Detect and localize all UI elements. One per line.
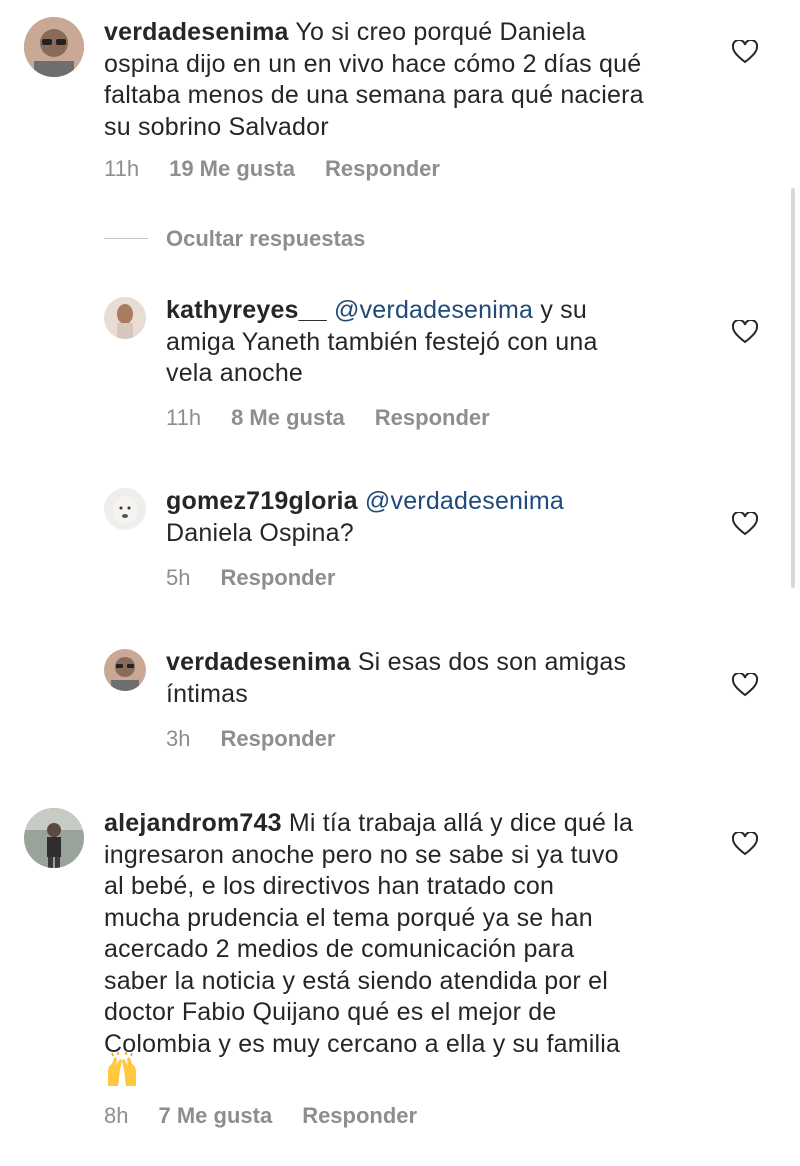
comment-text-line: y su (540, 296, 587, 324)
comment-text-line: Colombia y es muy cercano a ella y su fa… (104, 1029, 621, 1058)
comment-text-line: saber la noticia y está siendo atendida … (104, 966, 608, 995)
heart-icon[interactable] (732, 832, 758, 856)
mention-link[interactable]: @verdadesenima (334, 296, 533, 324)
reply-button[interactable]: Responder (375, 405, 490, 430)
comment-time: 8h (104, 1103, 129, 1128)
comment-username[interactable]: gomez719gloria (166, 487, 358, 515)
comment-meta: 3h Responder (166, 726, 365, 752)
comment-text-line: al bebé, e los directivos han tratado co… (104, 872, 555, 900)
comment-text-line: su sobrino Salvador (104, 112, 329, 141)
comment-text-line: íntimas (166, 679, 248, 708)
comment-text-line: Si esas dos son amigas (357, 648, 627, 676)
comment-text-line: Yo si creo porqué Daniela (295, 18, 586, 46)
heart-icon[interactable] (732, 512, 758, 536)
scrollbar[interactable] (791, 188, 795, 588)
reply-button[interactable]: Responder (220, 726, 335, 751)
comment-username[interactable]: verdadesenima (166, 648, 351, 676)
comment-text-line: ingresaron anoche pero no se sabe si ya … (104, 840, 619, 869)
comment-text-line: ospina dijo en un en vivo hace cómo 2 dí… (104, 49, 642, 78)
comment-text-line: Mi tía trabaja allá y dice qué la (288, 809, 634, 837)
avatar[interactable] (104, 488, 146, 530)
comment-text-line: Daniela Ospina? (166, 518, 354, 547)
comment-time: 5h (166, 565, 191, 590)
comment-meta: 11h 19 Me gusta Responder (104, 156, 470, 182)
comment-meta: 5h Responder (166, 565, 365, 591)
comment-username[interactable]: alejandrom743 (104, 809, 282, 837)
comment-text-line: amiga Yaneth también festejó con una (166, 327, 598, 356)
comment-text-line: vela anoche (166, 359, 304, 387)
comment-meta: 8h 7 Me gusta Responder (104, 1103, 447, 1129)
like-count[interactable]: 19 Me gusta (169, 156, 295, 181)
heart-icon[interactable] (732, 320, 758, 344)
comment-username[interactable]: kathyreyes__ (166, 296, 327, 324)
comment-text-line: acercado 2 medios de comunicación para (104, 935, 575, 963)
comment-time: 11h (104, 156, 140, 181)
comment-username[interactable]: verdadesenima (104, 18, 289, 46)
hide-replies-line (104, 238, 148, 239)
comment-text-line: faltaba menos de una semana para qué nac… (104, 81, 644, 109)
like-count[interactable]: 8 Me gusta (231, 405, 345, 430)
reply-button[interactable]: Responder (220, 565, 335, 590)
comment-time: 3h (166, 726, 191, 751)
hide-replies-button[interactable]: Ocultar respuestas (166, 226, 365, 252)
avatar[interactable] (104, 649, 146, 691)
like-count[interactable]: 7 Me gusta (158, 1103, 272, 1128)
mention-link[interactable]: @verdadesenima (365, 487, 564, 515)
avatar[interactable] (104, 297, 146, 339)
comment-meta: 11h 8 Me gusta Responder (166, 405, 520, 431)
avatar[interactable] (24, 17, 84, 77)
avatar[interactable] (24, 808, 84, 868)
comment-text-line: doctor Fabio Quijano qué es el mejor de (104, 998, 557, 1026)
reply-button[interactable]: Responder (302, 1103, 417, 1128)
reply-button[interactable]: Responder (325, 156, 440, 181)
comment-text-line: mucha prudencia el tema porqué ya se han (104, 903, 593, 932)
raising-hands-emoji-icon (108, 1052, 136, 1086)
heart-icon[interactable] (732, 673, 758, 697)
heart-icon[interactable] (732, 40, 758, 64)
comment-time: 11h (166, 405, 202, 430)
